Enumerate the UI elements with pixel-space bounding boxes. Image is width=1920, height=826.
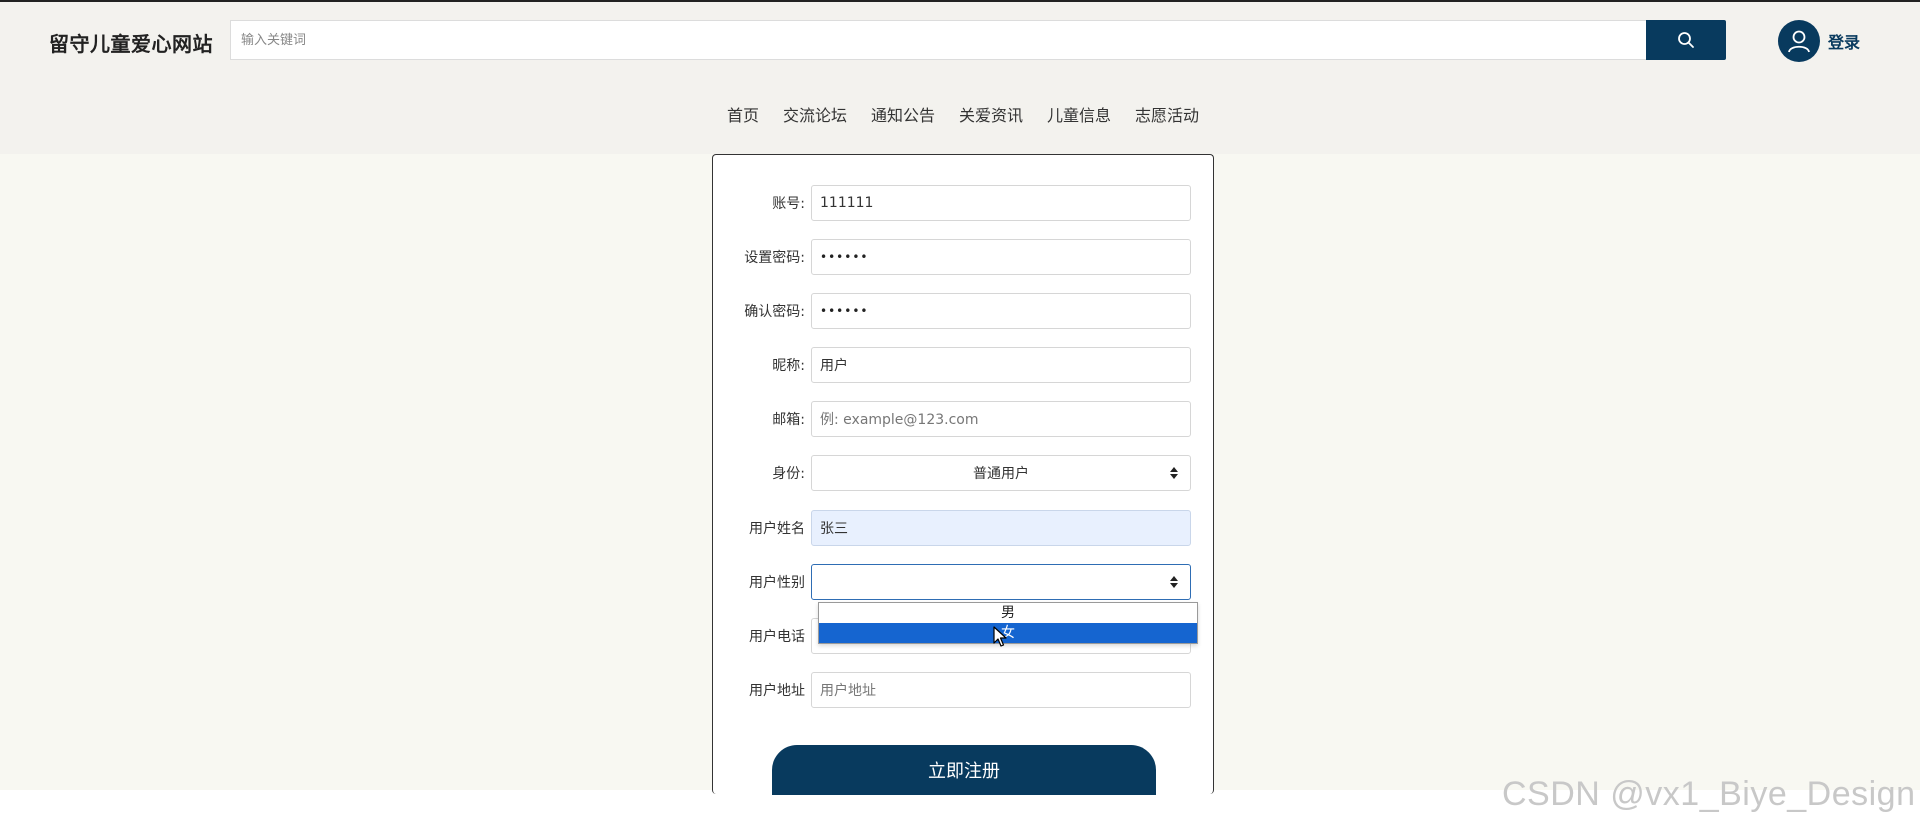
gender-dropdown: 男 女: [818, 602, 1198, 644]
email-label: 邮箱:: [772, 412, 805, 428]
nickname-input[interactable]: 用户: [811, 347, 1191, 383]
address-input[interactable]: 用户地址: [811, 672, 1191, 708]
form-row-nickname: 昵称: 用户: [713, 347, 1213, 383]
phone-label: 用户电话: [749, 629, 805, 645]
nav-item-volunteer[interactable]: 志愿活动: [1123, 98, 1211, 128]
nickname-label: 昵称:: [772, 358, 805, 374]
form-row-name: 用户姓名 张三: [713, 510, 1213, 546]
site-title: 留守儿童爱心网站: [49, 32, 213, 56]
role-select-value: 普通用户: [973, 466, 1029, 482]
select-arrows-icon: [1170, 466, 1178, 480]
select-arrows-icon: [1170, 575, 1178, 589]
account-label: 账号:: [772, 196, 805, 212]
gender-label: 用户性别: [749, 575, 805, 591]
nav-item-news[interactable]: 关爱资讯: [947, 98, 1035, 128]
form-row-gender: 用户性别: [713, 564, 1213, 600]
name-label: 用户姓名: [749, 521, 805, 537]
mouse-cursor-icon: [993, 626, 1007, 647]
form-row-role: 身份: 普通用户: [713, 455, 1213, 491]
search-bar: [230, 20, 1726, 60]
watermark: CSDN @vx1_Biye_Design: [1502, 775, 1916, 813]
site-header: 留守儿童爱心网站 登录 首页 交流论坛 通知公告 关爱资讯 儿童信息 志愿活动: [0, 2, 1920, 154]
gender-option-female[interactable]: 女: [819, 623, 1197, 643]
confirm-password-input[interactable]: ••••••: [811, 293, 1191, 329]
login-link[interactable]: 登录: [1778, 20, 1860, 62]
main-content: 账号: 111111 设置密码: •••••• 确认密码: •••••• 昵称:…: [0, 154, 1920, 795]
nav-item-notices[interactable]: 通知公告: [859, 98, 947, 128]
login-label: 登录: [1828, 33, 1861, 52]
register-form: 账号: 111111 设置密码: •••••• 确认密码: •••••• 昵称:…: [712, 154, 1214, 795]
password-label: 设置密码:: [744, 250, 805, 266]
user-icon: [1778, 20, 1820, 62]
password-input[interactable]: ••••••: [811, 239, 1191, 275]
role-select[interactable]: 普通用户: [811, 455, 1191, 491]
confirm-password-label: 确认密码:: [744, 304, 805, 320]
search-input[interactable]: [230, 20, 1646, 60]
form-row-account: 账号: 111111: [713, 185, 1213, 221]
nav-item-children[interactable]: 儿童信息: [1035, 98, 1123, 128]
name-input[interactable]: 张三: [811, 510, 1191, 546]
account-input[interactable]: 111111: [811, 185, 1191, 221]
form-row-confirm-password: 确认密码: ••••••: [713, 293, 1213, 329]
form-row-address: 用户地址 用户地址: [713, 672, 1213, 708]
gender-option-male[interactable]: 男: [819, 603, 1197, 623]
register-button[interactable]: 立即注册: [772, 745, 1156, 795]
search-icon: [1678, 32, 1694, 48]
form-row-password: 设置密码: ••••••: [713, 239, 1213, 275]
address-label: 用户地址: [749, 683, 805, 699]
main-nav: 首页 交流论坛 通知公告 关爱资讯 儿童信息 志愿活动: [0, 98, 1920, 128]
role-label: 身份:: [772, 466, 805, 482]
nav-item-home[interactable]: 首页: [715, 98, 771, 128]
email-input[interactable]: 例: example@123.com: [811, 401, 1191, 437]
nav-item-forum[interactable]: 交流论坛: [771, 98, 859, 128]
form-row-email: 邮箱: 例: example@123.com: [713, 401, 1213, 437]
search-button[interactable]: [1646, 20, 1726, 60]
gender-select[interactable]: [811, 564, 1191, 600]
